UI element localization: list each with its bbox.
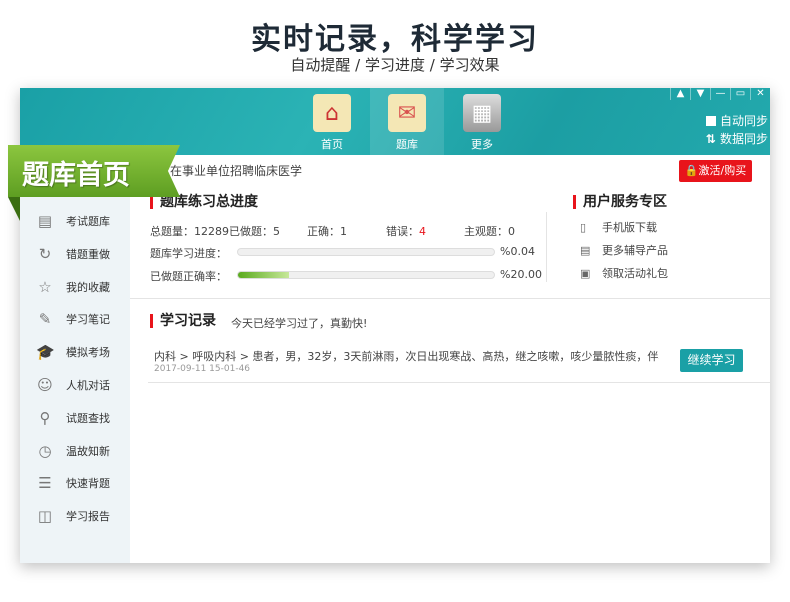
ribbon-banner: 题库首页 [8,145,180,197]
lock-icon: 🔒 [684,164,699,177]
shirt-icon[interactable]: ▲ [670,88,690,100]
file-icon: ▤ [580,244,591,257]
divider [130,298,770,299]
sidebar-item-label: 温故知新 [66,444,110,458]
activate-buy-button[interactable]: 🔒激活/购买 [679,160,752,182]
record-note: 今天已经学习过了，真勤快! [231,317,368,330]
sidebar-item[interactable]: ✎ 学习笔记 [36,310,110,328]
progress-title: 题库练习总进度 [150,195,258,209]
accuracy-value: %20.00 [500,268,542,281]
service-label: 手机版下载 [602,221,657,234]
star-icon: ☆ [38,277,52,296]
data-sync-button[interactable]: ⇅ 数据同步 [706,130,768,147]
correct-count: 正确：1 [307,225,347,238]
nav-label: 题库 [396,138,418,151]
close-icon[interactable]: ✕ [750,88,770,100]
gift-icon: ▣ [580,267,591,280]
clock-icon: ◷ [38,441,52,460]
service-link[interactable]: ▤ 更多辅导产品 [580,242,668,258]
service-link[interactable]: ▯ 手机版下载 [580,219,657,235]
nav-question-bank[interactable]: ✉ 题库 [370,88,444,155]
total-count: 总题量：12289 [150,225,229,238]
sync-icon: ⇅ [705,132,720,146]
wrong-label: 错误： [386,225,419,238]
search-icon: ⚲ [39,408,51,427]
data-sync-label: 数据同步 [719,132,768,146]
services-title: 用户服务专区 [573,195,667,209]
chat-icon: ☺ [37,376,53,394]
subjective-count: 主观题：0 [464,225,515,238]
wrong-count: 错误：4 [386,223,426,239]
envelope-icon: ✉ [388,94,426,132]
sidebar-item-label: 学习报告 [66,510,110,524]
accuracy-bar [237,271,495,279]
sidebar-item[interactable]: 🎓 模拟考场 [36,343,110,361]
document-icon: ▤ [37,212,53,230]
service-link[interactable]: ▣ 领取活动礼包 [580,265,668,281]
sidebar-item[interactable]: ◷ 温故知新 [36,442,110,460]
sidebar-item[interactable]: ☆ 我的收藏 [36,278,110,296]
sidebar-item[interactable]: ☺ 人机对话 [36,376,110,394]
sidebar-item-label: 快速背题 [66,477,110,491]
nav-more[interactable]: ▦ 更多 [445,88,519,155]
accuracy-fill [238,272,290,278]
sidebar-item-label: 试题查找 [66,411,110,425]
list-icon: ☰ [38,474,52,493]
grid-icon: ▦ [463,94,501,132]
done-count: 已做题：5 [229,225,280,238]
nav-label: 首页 [321,138,343,151]
accuracy-label: 已做题正确率： [150,270,227,283]
sidebar-item-label: 模拟考场 [66,346,110,360]
study-progress-bar [237,248,495,256]
checkbox[interactable] [705,116,716,126]
phone-icon: ▯ [580,221,587,234]
maximize-icon[interactable]: ▭ [730,88,750,100]
minimize-icon[interactable]: — [710,88,730,100]
nav-home[interactable]: ⌂ 首页 [295,88,369,155]
sidebar-item[interactable]: ☰ 快速背题 [36,474,110,492]
record-time: 2017-09-11 15-01-46 [154,364,251,374]
record-title: 学习记录 [150,314,216,328]
sidebar-item[interactable]: ◫ 学习报告 [36,507,110,525]
record-item-link[interactable]: 内科 > 呼吸内科 > 患者，男，32岁，3天前淋雨，次日出现寒战、高热，继之咳… [154,348,659,364]
continue-study-button[interactable]: 继续学习 [680,349,743,372]
sidebar-item-label: 学习笔记 [66,313,110,327]
buy-label: 激活/购买 [698,164,747,177]
redo-icon: ↻ [38,244,52,263]
book-icon: ◫ [37,507,53,526]
sidebar-item-label: 人机对话 [66,379,110,392]
study-progress-value: %0.04 [500,245,535,258]
breadcrumb: 在事业单位招聘临床医学 [170,164,303,178]
study-progress-label: 题库学习进度： [150,247,227,260]
divider [148,382,770,383]
service-label: 更多辅导产品 [602,244,668,257]
grad-cap-icon: 🎓 [36,343,55,362]
home-icon: ⌂ [313,94,351,132]
sidebar-item[interactable]: ▤ 考试题库 [36,212,110,230]
auto-sync-toggle[interactable]: 自动同步 [705,112,768,129]
ribbon-fold [8,197,20,221]
header: ⌂ 首页 ✉ 题库 ▦ 更多 ▲ ▼ — ▭ ✕ 自动同步 ⇅ 数据同步 [20,88,770,155]
hero-title: 实时记录，科学学习 [251,22,539,57]
dropdown-icon[interactable]: ▼ [690,88,710,100]
sidebar-item-label: 错题重做 [66,247,110,261]
sidebar-item[interactable]: ⚲ 试题查找 [36,408,111,427]
sidebar-item-label: 我的收藏 [66,280,110,294]
edit-icon: ✎ [38,310,52,329]
sidebar-item[interactable]: ↻ 错题重做 [36,245,110,263]
wrong-value: 4 [419,225,426,238]
divider [546,212,547,282]
service-label: 领取活动礼包 [602,267,668,280]
hero-subtitle: 自动提醒 / 学习进度 / 学习效果 [290,56,500,74]
auto-sync-label: 自动同步 [719,114,768,128]
sidebar-item-label: 考试题库 [66,215,110,228]
nav-label: 更多 [471,138,493,151]
